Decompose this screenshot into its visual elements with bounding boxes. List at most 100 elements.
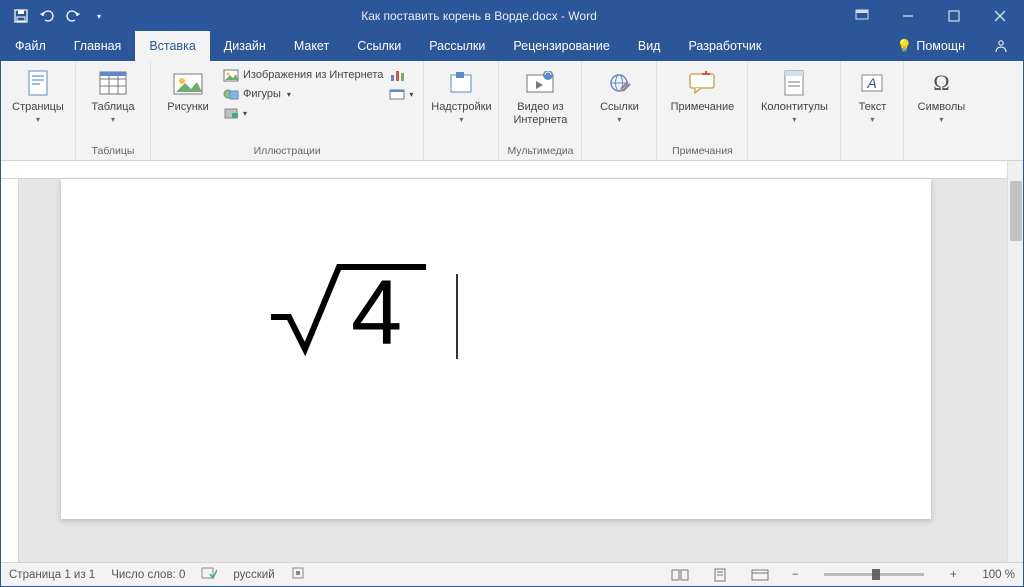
table-label: Таблица	[91, 101, 134, 114]
maximize-button[interactable]	[931, 1, 977, 31]
ribbon-options-icon[interactable]	[839, 1, 885, 31]
more-illustrations-button[interactable]: ▾	[223, 105, 383, 121]
save-icon[interactable]	[13, 8, 29, 24]
screenshot-button[interactable]: ▾	[389, 86, 413, 102]
tell-me[interactable]: 💡Помощн	[883, 31, 979, 61]
web-layout-icon[interactable]	[749, 567, 771, 583]
group-symbols: Ω Символы ▾	[904, 61, 978, 160]
print-layout-icon[interactable]	[709, 567, 731, 583]
minimize-button[interactable]	[885, 1, 931, 31]
comment-label: Примечание	[671, 101, 735, 114]
chevron-down-icon: ▾	[287, 90, 291, 99]
group-links: Ссылки ▾	[582, 61, 657, 160]
zoom-level[interactable]: 100 %	[982, 569, 1015, 581]
online-pictures-button[interactable]: Изображения из Интернета	[223, 67, 383, 83]
headerfooter-icon	[778, 67, 810, 99]
addins-button[interactable]: Надстройки ▾	[430, 65, 492, 124]
tab-review[interactable]: Рецензирование	[499, 31, 624, 61]
vertical-scrollbar[interactable]	[1007, 161, 1023, 562]
tab-developer[interactable]: Разработчик	[674, 31, 775, 61]
group-text-label	[841, 143, 903, 160]
tab-home[interactable]: Главная	[60, 31, 136, 61]
tab-view[interactable]: Вид	[624, 31, 675, 61]
qat-dropdown-icon[interactable]: ▾	[91, 8, 107, 24]
chevron-down-icon: ▾	[939, 115, 943, 124]
online-video-button[interactable]: Видео из Интернета	[505, 65, 575, 126]
group-headerfooter: Колонтитулы ▾	[748, 61, 841, 160]
group-illustrations-label: Иллюстрации	[151, 143, 423, 160]
group-addins: Надстройки ▾	[424, 61, 499, 160]
tab-references[interactable]: Ссылки	[343, 31, 415, 61]
status-language[interactable]: русский	[233, 569, 274, 581]
zoom-in-button[interactable]: +	[946, 569, 960, 581]
chevron-down-icon: ▾	[792, 115, 796, 124]
pictures-label: Рисунки	[167, 101, 209, 114]
tab-mailings[interactable]: Рассылки	[415, 31, 499, 61]
table-button[interactable]: Таблица ▾	[82, 65, 144, 124]
links-label: Ссылки	[600, 101, 639, 114]
svg-text:4: 4	[351, 262, 402, 359]
pages-button[interactable]: Страницы ▾	[7, 65, 69, 124]
tab-layout[interactable]: Макет	[280, 31, 343, 61]
status-page[interactable]: Страница 1 из 1	[9, 569, 95, 581]
chart-button[interactable]	[389, 67, 413, 83]
headerfooter-button[interactable]: Колонтитулы ▾	[754, 65, 834, 124]
addins-label: Надстройки	[431, 101, 491, 114]
tab-insert[interactable]: Вставка	[135, 31, 209, 61]
scrollbar-thumb[interactable]	[1010, 181, 1022, 241]
svg-text:A: A	[867, 75, 877, 91]
group-tables-label: Таблицы	[76, 143, 150, 160]
group-addins-label	[424, 143, 498, 160]
zoom-out-button[interactable]: −	[788, 569, 802, 581]
horizontal-ruler[interactable]	[1, 161, 1007, 179]
close-button[interactable]	[977, 1, 1023, 31]
pictures-icon	[172, 67, 204, 99]
text-button[interactable]: A Текст ▾	[847, 65, 897, 124]
textbox-icon: A	[856, 67, 888, 99]
quick-access-toolbar: ▾	[1, 8, 119, 24]
zoom-slider-thumb[interactable]	[872, 569, 880, 580]
spellcheck-icon[interactable]	[201, 566, 217, 583]
undo-icon[interactable]	[39, 8, 55, 24]
shapes-label: Фигуры	[243, 88, 281, 100]
chevron-down-icon: ▾	[870, 115, 874, 124]
equation[interactable]: 4	[261, 249, 431, 359]
symbols-label: Символы	[918, 101, 966, 114]
redo-icon[interactable]	[65, 8, 81, 24]
addins-icon	[445, 67, 477, 99]
macro-icon[interactable]	[291, 566, 305, 583]
chevron-down-icon: ▾	[36, 115, 40, 124]
read-mode-icon[interactable]	[669, 567, 691, 583]
document-page[interactable]: 4	[61, 179, 931, 519]
tab-design[interactable]: Дизайн	[210, 31, 280, 61]
symbols-button[interactable]: Ω Символы ▾	[910, 65, 972, 124]
video-icon	[524, 67, 556, 99]
table-icon	[97, 67, 129, 99]
links-button[interactable]: Ссылки ▾	[588, 65, 650, 124]
comment-button[interactable]: Примечание	[663, 65, 741, 114]
group-symbols-label	[904, 143, 978, 160]
ribbon-tabs: Файл Главная Вставка Дизайн Макет Ссылки…	[1, 31, 1023, 61]
group-pages: Страницы ▾	[1, 61, 76, 160]
group-illustrations: Рисунки Изображения из Интернета Фигуры ▾…	[151, 61, 424, 160]
text-cursor	[456, 274, 458, 359]
online-pictures-icon	[223, 67, 239, 83]
shapes-button[interactable]: Фигуры ▾	[223, 86, 383, 102]
omega-icon: Ω	[925, 67, 957, 99]
tab-file[interactable]: Файл	[1, 31, 60, 61]
group-media-label: Мультимедиа	[499, 143, 581, 160]
link-icon	[603, 67, 635, 99]
window-title: Как поставить корень в Ворде.docx - Word	[119, 9, 839, 23]
online-video-label: Видео из Интернета	[505, 101, 575, 126]
pictures-button[interactable]: Рисунки	[157, 65, 219, 114]
share-button[interactable]	[979, 31, 1023, 61]
chevron-down-icon: ▾	[409, 90, 413, 99]
group-media: Видео из Интернета Мультимедиа	[499, 61, 582, 160]
group-links-label	[582, 143, 656, 160]
vertical-ruler[interactable]	[1, 179, 19, 562]
status-words[interactable]: Число слов: 0	[111, 569, 185, 581]
group-comments-label: Примечания	[657, 143, 747, 160]
pages-label: Страницы	[12, 101, 64, 114]
zoom-slider[interactable]	[824, 573, 924, 576]
window-controls	[839, 1, 1023, 31]
